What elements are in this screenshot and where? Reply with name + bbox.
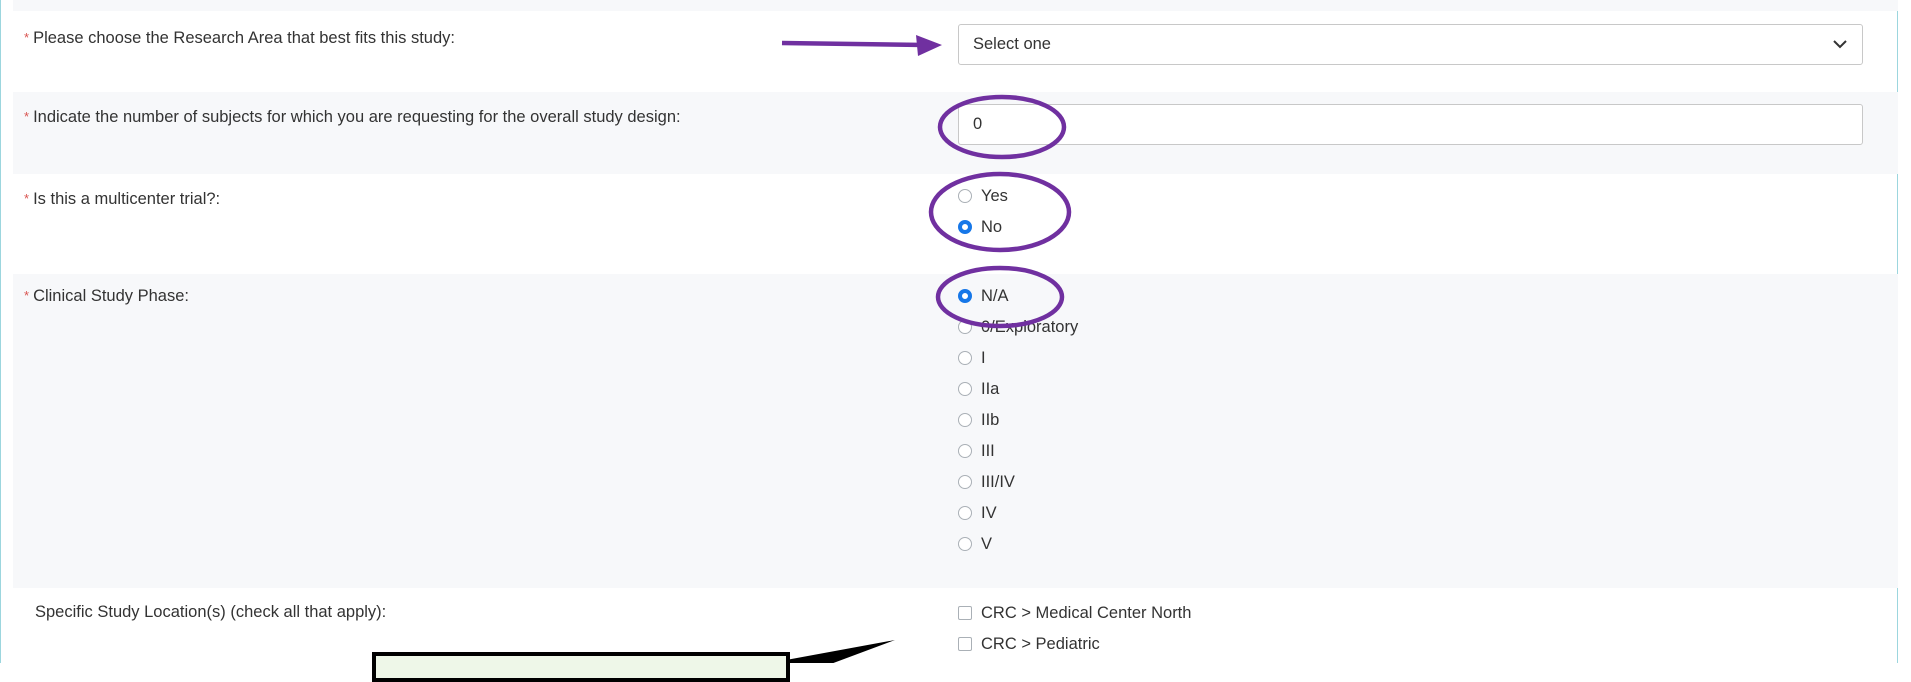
phase-option-v[interactable]: V xyxy=(958,533,992,555)
multicenter-label-text: Is this a multicenter trial?: xyxy=(33,190,221,208)
subjects-label: * Indicate the number of subjects for whi… xyxy=(24,106,681,129)
radio-button-selected[interactable] xyxy=(958,289,972,303)
option-label: N/A xyxy=(981,287,1009,305)
radio-button[interactable] xyxy=(958,320,972,334)
research-area-label-text: Please choose the Research Area that bes… xyxy=(33,29,455,47)
chevron-down-icon xyxy=(1833,40,1847,49)
option-label: IV xyxy=(981,504,997,522)
phase-option-na[interactable]: N/A xyxy=(958,285,1009,307)
phase-option-iia[interactable]: IIa xyxy=(958,378,999,400)
location-option-crc-pediatric[interactable]: CRC > Pediatric xyxy=(958,633,1100,655)
radio-button[interactable] xyxy=(958,351,972,365)
phase-label-text: Clinical Study Phase: xyxy=(33,287,189,305)
row-clinical-phase: * Clinical Study Phase: xyxy=(13,274,1898,588)
checkbox[interactable] xyxy=(958,637,972,651)
option-label: III/IV xyxy=(981,473,1015,491)
option-label: IIb xyxy=(981,411,1000,429)
option-label: No xyxy=(981,218,1003,236)
callout-box xyxy=(372,652,790,682)
phase-option-iib[interactable]: IIb xyxy=(958,409,999,431)
option-label: 0/Exploratory xyxy=(981,318,1079,336)
required-marker: * xyxy=(24,30,30,45)
option-label: CRC > Pediatric xyxy=(981,635,1100,653)
research-area-select[interactable]: Select one xyxy=(958,24,1863,65)
option-label: I xyxy=(981,349,986,367)
required-marker: * xyxy=(24,109,30,124)
option-label: III xyxy=(981,442,995,460)
radio-button[interactable] xyxy=(958,506,972,520)
multicenter-option-yes[interactable]: Yes xyxy=(958,185,1008,207)
phase-option-iii[interactable]: III xyxy=(958,440,995,462)
location-option-crc-medical-center-north[interactable]: CRC > Medical Center North xyxy=(958,602,1191,624)
phase-label: * Clinical Study Phase: xyxy=(24,285,189,308)
subjects-count-input[interactable] xyxy=(958,104,1863,145)
multicenter-option-no[interactable]: No xyxy=(958,216,1002,238)
radio-button[interactable] xyxy=(958,475,972,489)
phase-option-i[interactable]: I xyxy=(958,347,986,369)
radio-button-selected[interactable] xyxy=(958,220,972,234)
radio-button[interactable] xyxy=(958,189,972,203)
multicenter-label: * Is this a multicenter trial?: xyxy=(24,188,220,211)
phase-option-iv[interactable]: IV xyxy=(958,502,997,524)
research-area-label: * Please choose the Research Area that be… xyxy=(24,27,455,50)
radio-button[interactable] xyxy=(958,537,972,551)
option-label: Yes xyxy=(981,187,1008,205)
row-study-location: Specific Study Location(s) (check all th… xyxy=(13,588,1898,663)
research-area-selected-value: Select one xyxy=(973,35,1051,53)
radio-button[interactable] xyxy=(958,413,972,427)
top-strip xyxy=(13,0,1898,11)
radio-button[interactable] xyxy=(958,382,972,396)
subjects-label-text: Indicate the number of subjects for whic… xyxy=(33,108,681,126)
phase-option-0-exploratory[interactable]: 0/Exploratory xyxy=(958,316,1078,338)
location-label: Specific Study Location(s) (check all th… xyxy=(35,603,387,621)
required-marker: * xyxy=(24,288,30,303)
option-label: CRC > Medical Center North xyxy=(981,604,1192,622)
radio-button[interactable] xyxy=(958,444,972,458)
option-label: V xyxy=(981,535,993,553)
row-multicenter: * Is this a multicenter trial?: xyxy=(13,174,1898,274)
phase-option-iii-iv[interactable]: III/IV xyxy=(958,471,1015,493)
checkbox[interactable] xyxy=(958,606,972,620)
required-marker: * xyxy=(24,191,30,206)
option-label: IIa xyxy=(981,380,1000,398)
